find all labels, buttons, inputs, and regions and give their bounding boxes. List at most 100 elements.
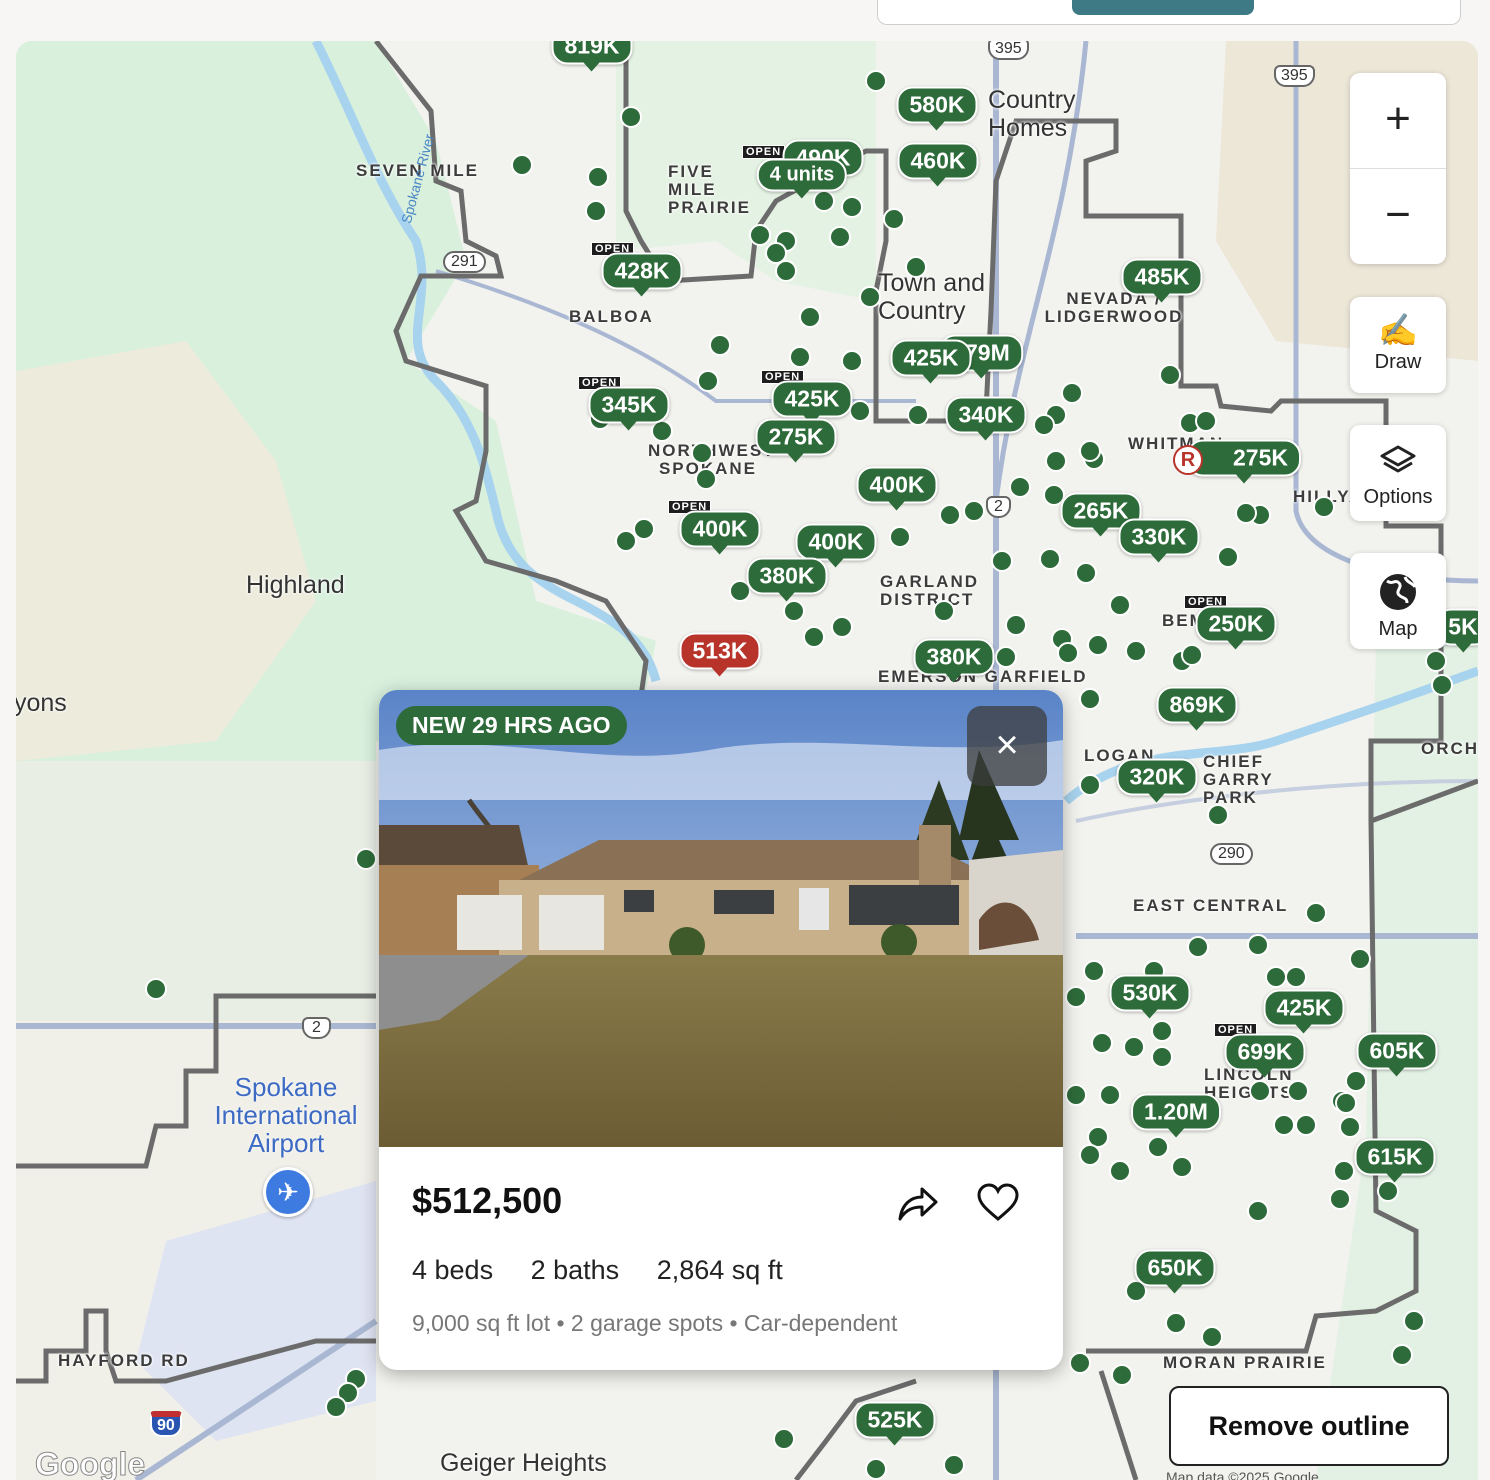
price-pin[interactable]: 530K [1109, 974, 1191, 1019]
listing-dot[interactable] [1247, 934, 1269, 956]
listing-dot[interactable] [775, 260, 797, 282]
listing-dot[interactable] [1165, 1312, 1187, 1334]
listing-dot[interactable] [691, 442, 713, 464]
listing-dot[interactable] [813, 190, 835, 212]
listing-dot[interactable] [1333, 1160, 1355, 1182]
listing-dot[interactable] [963, 500, 985, 522]
listing-dot[interactable] [1061, 382, 1083, 404]
listing-dot[interactable] [355, 848, 377, 870]
price-pin[interactable]: 1.20M [1131, 1093, 1221, 1138]
listing-dot[interactable] [1273, 1114, 1295, 1136]
listing-dot[interactable] [1201, 1326, 1223, 1348]
price-pin-selected[interactable]: 513K [679, 632, 761, 677]
listing-dot[interactable] [803, 626, 825, 648]
listing-dot[interactable] [1045, 450, 1067, 472]
listing-dot[interactable] [1335, 1092, 1357, 1114]
listing-dot[interactable] [1091, 1032, 1113, 1054]
listing-dot[interactable] [829, 226, 851, 248]
listing-dot[interactable] [1391, 1344, 1413, 1366]
listing-dot[interactable] [325, 1396, 347, 1418]
listing-dot[interactable] [1345, 1070, 1367, 1092]
listing-dot[interactable] [1151, 1020, 1173, 1042]
listing-dot[interactable] [789, 346, 811, 368]
listing-dot[interactable] [1151, 1046, 1173, 1068]
listing-dot[interactable] [1123, 1036, 1145, 1058]
listing-photo[interactable] [379, 690, 1063, 1147]
listing-dot[interactable] [773, 1428, 795, 1450]
listing-dot[interactable] [511, 154, 533, 176]
listing-dot[interactable] [1079, 688, 1101, 710]
listing-dot[interactable] [1247, 1200, 1269, 1222]
listing-dot[interactable] [1065, 986, 1087, 1008]
price-pin[interactable]: 425K [1263, 989, 1345, 1034]
listing-dot[interactable] [1079, 440, 1101, 462]
listing-dot[interactable] [1287, 1080, 1309, 1102]
listing-dot[interactable] [145, 978, 167, 1000]
listing-dot[interactable] [905, 256, 927, 278]
price-pin[interactable]: 699K [1224, 1033, 1306, 1078]
listing-dot[interactable] [1377, 1180, 1399, 1202]
price-pin[interactable]: 428K [601, 252, 683, 297]
listing-dot[interactable] [799, 306, 821, 328]
zoom-out-button[interactable]: − [1350, 169, 1446, 264]
listing-dot[interactable] [1087, 634, 1109, 656]
listing-dot[interactable] [1329, 1188, 1351, 1210]
price-pin[interactable]: 605K [1356, 1032, 1438, 1077]
listing-dot[interactable] [1057, 642, 1079, 664]
options-button[interactable]: Options [1350, 425, 1446, 521]
listing-dot[interactable] [883, 208, 905, 230]
listing-dot[interactable] [1339, 1116, 1361, 1138]
listing-dot[interactable] [1159, 364, 1181, 386]
listing-dot[interactable] [1217, 546, 1239, 568]
listing-dot[interactable] [1295, 1114, 1317, 1136]
listing-dot[interactable] [995, 646, 1017, 668]
heart-icon[interactable] [976, 1183, 1020, 1223]
listing-dot[interactable] [1195, 410, 1217, 432]
listing-dot[interactable] [1235, 502, 1257, 524]
price-pin[interactable]: 615K [1354, 1138, 1436, 1183]
listing-dot[interactable] [1039, 548, 1061, 570]
listing-dot[interactable] [1425, 650, 1447, 672]
price-pin[interactable]: 425K [890, 339, 972, 384]
listing-dot[interactable] [1099, 1084, 1121, 1106]
listing-dot[interactable] [841, 196, 863, 218]
listing-dot[interactable] [939, 504, 961, 526]
listing-dot[interactable] [907, 404, 929, 426]
listing-dot[interactable] [709, 334, 731, 356]
price-pin[interactable]: 250K [1195, 605, 1277, 650]
price-pin[interactable]: 400K [679, 510, 761, 555]
view-toggle-active[interactable] [1072, 0, 1254, 15]
price-pin[interactable]: 869K [1156, 686, 1238, 731]
listing-dot[interactable] [587, 166, 609, 188]
listing-dot[interactable] [1111, 1364, 1133, 1386]
listing-dot[interactable] [1079, 1144, 1101, 1166]
price-pin[interactable]: 330K [1118, 518, 1200, 563]
price-pin[interactable]: 275K [755, 418, 837, 463]
listing-dot[interactable] [1079, 774, 1101, 796]
listing-dot[interactable] [1181, 644, 1203, 666]
map-type-button[interactable]: Map [1350, 553, 1446, 649]
listing-dot[interactable] [1249, 1080, 1271, 1102]
listing-dot[interactable] [1349, 948, 1371, 970]
price-pin[interactable]: 650K [1134, 1249, 1216, 1294]
listing-dot[interactable] [1069, 1352, 1091, 1374]
price-pin[interactable]: 380K [746, 557, 828, 602]
remove-outline-button[interactable]: Remove outline [1169, 1386, 1449, 1466]
listing-dot[interactable] [1305, 902, 1327, 924]
listing-dot[interactable] [1009, 476, 1031, 498]
zoom-in-button[interactable]: + [1350, 73, 1446, 169]
price-pin[interactable]: 380K [913, 638, 995, 683]
listing-dot[interactable] [1075, 562, 1097, 584]
listing-dot[interactable] [1109, 1160, 1131, 1182]
listing-dot[interactable] [1187, 936, 1209, 958]
listing-dot[interactable] [1109, 594, 1131, 616]
view-toggle[interactable] [877, 0, 1461, 25]
price-pin[interactable]: 4 units [756, 158, 848, 199]
map-attribution[interactable]: Map data ©2025 Google [1166, 1469, 1319, 1480]
listing-dot[interactable] [1313, 496, 1335, 518]
price-pin[interactable]: 460K [897, 142, 979, 187]
listing-dot[interactable] [1171, 1156, 1193, 1178]
draw-button[interactable]: ✍ Draw [1350, 297, 1446, 393]
listing-dot[interactable] [1083, 960, 1105, 982]
listing-dot[interactable] [1065, 1084, 1087, 1106]
